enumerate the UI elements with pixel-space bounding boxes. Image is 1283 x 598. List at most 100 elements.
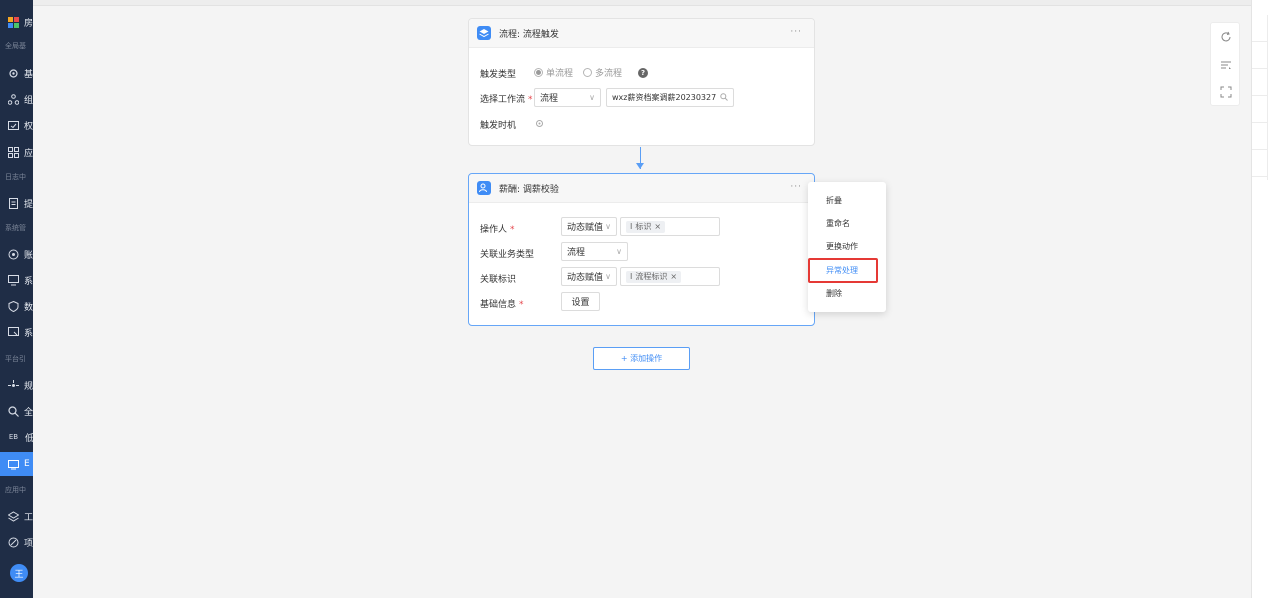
org-icon [7,93,19,105]
sidebar-group-label: 全局基 [5,42,26,50]
close-icon: × [654,222,662,231]
close-icon: × [670,272,678,281]
doc-icon [7,197,19,209]
eb-icon: EB [8,433,19,441]
sidebar-item-home[interactable]: 房 [0,10,33,34]
settings-button[interactable]: 设置 [561,292,600,311]
refresh-icon[interactable] [1219,30,1233,44]
sidebar-group-label: 日志中 [5,173,26,181]
sidebar-item-label: 基 [24,69,33,80]
trigger-card[interactable]: 流程: 流程触发 ··· 触发类型 单流程 多流程 ? 选择工作流 * 流程 ∨ … [468,18,815,146]
sidebar-item-label: E [24,459,30,469]
avatar[interactable]: 王 [10,564,28,582]
chevron-down-icon: ∨ [605,272,611,281]
menu-item-change-action[interactable]: 更换动作 [826,241,858,252]
sidebar-item-label: 工 [24,512,33,523]
sidebar-group-label: 应用中 [5,486,26,494]
sidebar-item-account[interactable]: 账 [0,242,33,266]
right-panel [1251,0,1283,598]
layers-icon [477,26,491,40]
search-icon [720,93,728,103]
input-value: wxz薪资档案调薪20230327 [612,93,717,102]
biz-type-select[interactable]: 流程 ∨ [561,242,628,261]
sidebar-item-label: 提 [24,199,33,210]
chevron-down-icon: ∨ [616,247,622,256]
trigger-card-header: 流程: 流程触发 ··· [469,19,814,48]
gear-icon [7,67,19,79]
sidebar-item-permission[interactable]: 权 [0,113,33,137]
sidebar-item-label: 应 [24,148,33,159]
select-value: 动态赋值 [567,273,604,283]
sidebar-item-project[interactable]: 项 [0,530,33,554]
field-tag: I 流程标识 × [626,270,682,283]
select-value: 流程 [567,248,586,258]
sidebar-item-system[interactable]: 系 [0,268,33,292]
workflow-search-input[interactable]: wxz薪资档案调薪20230327 [606,88,734,107]
rule-icon [7,379,19,391]
sidebar-item-lowcode[interactable]: EB 低 [0,425,33,449]
trigger-type-label: 触发类型 [480,70,517,80]
sidebar-group-label: 系统管 [5,224,26,232]
menu-item-delete[interactable]: 删除 [826,288,842,299]
radio-label: 多流程 [595,69,623,79]
sidebar-item-label: 组 [24,95,33,106]
sidebar-item-basic[interactable]: 基 [0,61,33,85]
basic-info-label: 基础信息 * [480,300,524,310]
project-icon [7,536,19,548]
sidebar-item-eb-active[interactable]: E [0,452,33,476]
sidebar-item-label: 系 [24,276,33,287]
chevron-down-icon: ∨ [589,93,595,102]
sidebar-item-org[interactable]: 组 [0,87,33,111]
sidebar-item-doc[interactable]: 提 [0,191,33,215]
sidebar-item-apps[interactable]: 应 [0,140,33,164]
add-action-button[interactable]: + 添加操作 [593,347,690,370]
menu-item-rename[interactable]: 重命名 [826,218,850,229]
layout-icon[interactable] [1219,58,1233,72]
sidebar-item-label: 项 [24,538,33,549]
radio-label: 单流程 [546,69,574,79]
workflow-type-select[interactable]: 流程 ∨ [534,88,601,107]
relation-mode-select[interactable]: 动态赋值 ∨ [561,267,617,286]
canvas-toolbar [1210,22,1240,106]
radio-dot [534,68,543,77]
highlight-box [808,258,878,283]
radio-dot [583,68,592,77]
salary-check-card[interactable]: 薪酬: 调薪校验 ··· 操作人 * 动态赋值 ∨ I 标识 × 关联业务类型 流程 … [468,173,815,326]
sidebar-item-data[interactable]: 数 [0,294,33,318]
card-context-menu: 折叠 重命名 更换动作 异常处理 删除 [808,182,886,312]
apps-icon [7,146,19,158]
relation-value-field[interactable]: I 流程标识 × [620,267,720,286]
menu-item-collapse[interactable]: 折叠 [826,195,842,206]
eb-screen-icon [7,458,19,470]
sidebar-item-label: 全 [24,407,33,418]
sidebar-item-work[interactable]: 工 [0,504,33,528]
monitor-icon [7,274,19,286]
sidebar-item-label: 规 [24,381,33,392]
more-icon[interactable]: ··· [790,27,802,37]
field-tag: I 标识 × [626,220,666,233]
grid-icon [7,16,19,28]
help-icon[interactable]: ? [638,68,648,78]
sidebar-item-label: 数 [24,302,33,313]
sidebar-item-label: 房 [24,18,33,29]
top-strip [33,0,1251,6]
sidebar-item-rule[interactable]: 规 [0,373,33,397]
salary-card-header: 薪酬: 调薪校验 ··· [469,174,814,203]
more-icon[interactable]: ··· [790,182,802,192]
screen-icon [7,326,19,338]
sidebar-item-global-search[interactable]: 全 [0,399,33,423]
fit-screen-icon[interactable] [1219,85,1233,99]
sidebar-item-label: 系 [24,328,33,339]
arrow-down-icon [636,163,644,169]
radio-single[interactable]: 单流程 [534,66,573,79]
sidebar-item-label: 权 [24,121,33,132]
chevron-down-icon: ∨ [605,222,611,231]
workflow-label: 选择工作流 * [480,95,533,105]
sidebar-item-system-2[interactable]: 系 [0,320,33,344]
gear-icon[interactable] [535,119,544,131]
operator-value-field[interactable]: I 标识 × [620,217,720,236]
radio-multi[interactable]: 多流程 [583,66,622,79]
card-title: 流程: 流程触发 [499,29,559,40]
layers-icon [7,510,19,522]
operator-mode-select[interactable]: 动态赋值 ∨ [561,217,617,236]
